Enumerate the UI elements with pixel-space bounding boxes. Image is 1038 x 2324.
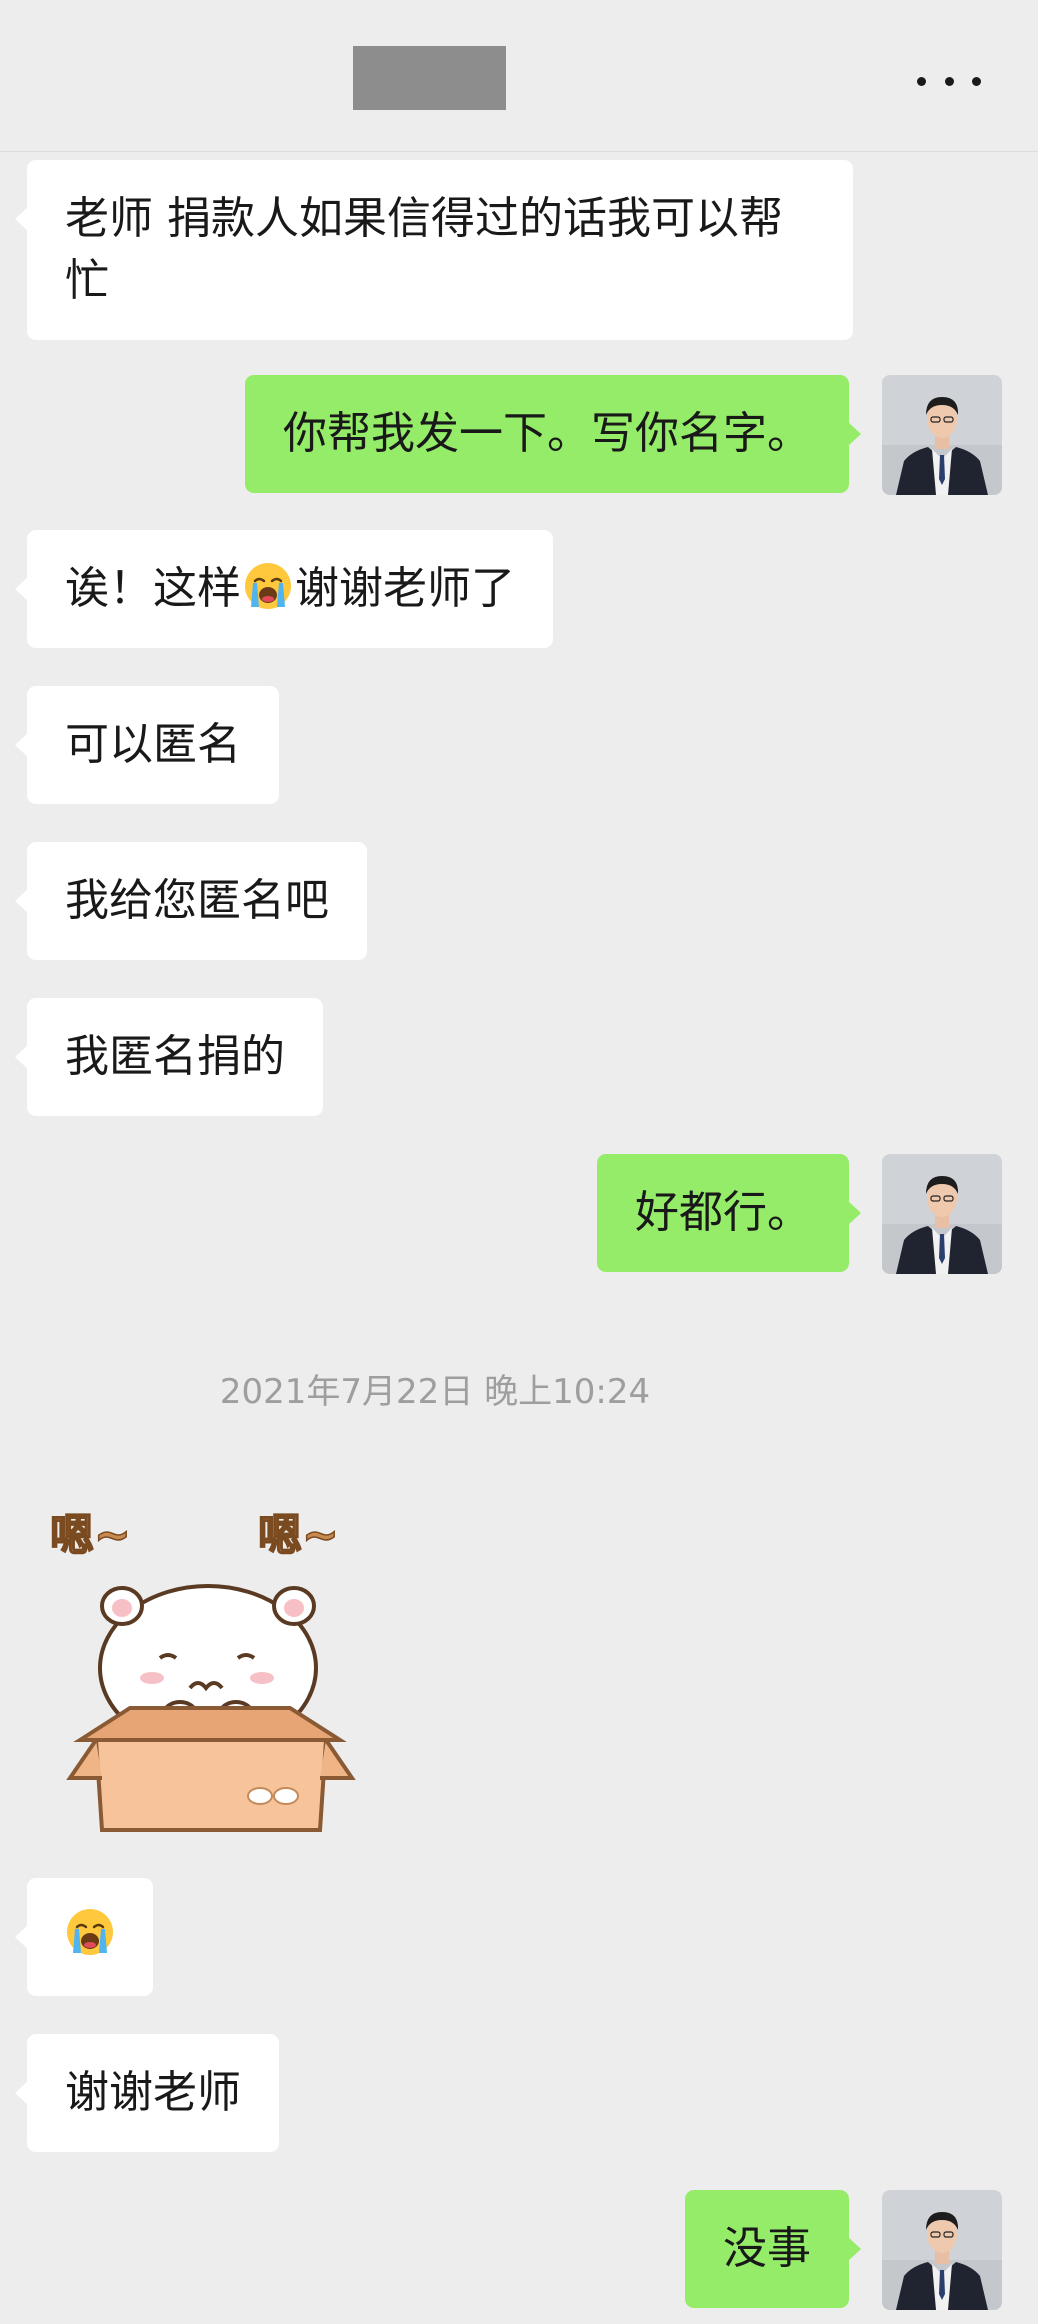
avatar-portrait-icon <box>882 1154 1002 1274</box>
message-text: 可以匿名 <box>65 719 241 770</box>
message-bubble-incoming[interactable]: 谢谢老师 <box>15 2034 279 2152</box>
message-bubble-incoming[interactable] <box>15 1878 153 1996</box>
message-bubble-incoming[interactable]: 可以匿名 <box>15 686 279 804</box>
message-text: 我匿名捐的 <box>65 1031 285 1082</box>
timestamp: 2021年7月22日 晚上10:24 <box>219 1372 651 1412</box>
avatar-portrait-icon <box>882 375 1002 495</box>
message-bubble-incoming[interactable]: 我给您匿名吧 <box>15 842 367 960</box>
more-options-icon[interactable] <box>917 64 981 98</box>
loudly-crying-face-icon <box>245 563 291 609</box>
message-text: 你帮我发一下。写你名字。 <box>283 408 811 459</box>
avatar-portrait-icon <box>882 2190 1002 2310</box>
message-text: 好都行。 <box>635 1187 811 1238</box>
message-bubble-incoming[interactable]: 诶！这样 谢谢老师了 <box>15 530 553 648</box>
user-avatar[interactable] <box>882 1154 1002 1274</box>
loudly-crying-face-icon <box>67 1909 113 1955</box>
message-bubble-outgoing[interactable]: 好都行。 <box>597 1154 861 1272</box>
message-bubble-outgoing[interactable]: 没事 <box>685 2190 861 2308</box>
user-avatar[interactable] <box>882 2190 1002 2310</box>
message-bubble-outgoing[interactable]: 你帮我发一下。写你名字。 <box>245 375 861 493</box>
cat-in-box-sticker-icon: 嗯~ 嗯~ <box>49 1509 356 1832</box>
message-text: 没事 <box>723 2223 811 2274</box>
chat-header <box>0 0 1038 152</box>
message-text: 我给您匿名吧 <box>65 875 329 926</box>
chat-title-redacted <box>353 46 506 110</box>
message-bubble-incoming[interactable]: 老师 捐款人如果信得过的话我可以帮忙 <box>15 160 853 340</box>
svg-text:嗯~: 嗯~ <box>258 1510 339 1561</box>
message-text: 老师 捐款人如果信得过的话我可以帮忙 <box>65 193 783 306</box>
user-avatar[interactable] <box>882 375 1002 495</box>
message-bubble-incoming[interactable]: 我匿名捐的 <box>15 998 323 1116</box>
message-text: 谢谢老师了 <box>295 563 515 614</box>
message-text: 诶！这样 <box>65 563 241 614</box>
message-text: 谢谢老师 <box>65 2067 241 2118</box>
sticker-cat-in-box[interactable]: 嗯~ 嗯~ <box>40 1478 380 1848</box>
svg-text:嗯~: 嗯~ <box>50 1510 131 1561</box>
